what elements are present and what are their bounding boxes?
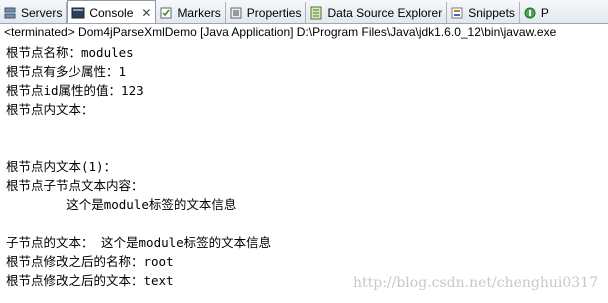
console-line: 这个是module标签的文本信息 <box>6 197 237 212</box>
console-line: 根节点内文本： <box>6 102 94 117</box>
console-line: 根节点子节点文本内容： <box>6 178 144 193</box>
console-line: 根节点名称：modules <box>6 45 134 60</box>
tab-markers[interactable]: Markers <box>156 2 226 23</box>
markers-icon <box>159 6 173 20</box>
data-source-icon <box>309 6 323 20</box>
tab-progress[interactable]: P <box>520 2 553 23</box>
console-icon <box>71 6 85 20</box>
snippets-icon <box>450 6 464 20</box>
tab-properties[interactable]: Properties <box>226 2 307 23</box>
tab-progress-label: P <box>540 5 549 20</box>
tab-data-source-explorer[interactable]: Data Source Explorer <box>306 2 448 23</box>
tab-snippets[interactable]: Snippets <box>447 2 520 23</box>
progress-icon <box>523 6 537 20</box>
view-tab-bar: Servers Console ✕ Markers Properties Dat… <box>0 0 608 24</box>
tab-data-source-explorer-label: Data Source Explorer <box>327 5 443 20</box>
servers-icon <box>3 6 17 20</box>
console-status-line: <terminated> Dom4jParseXmlDemo [Java App… <box>4 25 557 39</box>
console-line: 根节点id属性的值：123 <box>6 83 144 98</box>
tab-servers-label: Servers <box>21 5 63 20</box>
tab-console-label: Console <box>89 5 134 20</box>
tab-console[interactable]: Console ✕ <box>67 0 157 23</box>
close-icon[interactable]: ✕ <box>141 6 151 20</box>
watermark: http://blog.csdn.net/chenghui0317 <box>352 275 598 291</box>
console-output[interactable]: 根节点名称：modules 根节点有多少属性：1 根节点id属性的值：123 根… <box>0 43 608 303</box>
tab-servers[interactable]: Servers <box>0 2 68 23</box>
console-line: 根节点有多少属性：1 <box>6 64 127 79</box>
properties-icon <box>229 6 243 20</box>
console-line: 子节点的文本： 这个是module标签的文本信息 <box>6 235 272 250</box>
tab-markers-label: Markers <box>177 5 221 20</box>
tab-properties-label: Properties <box>246 5 302 20</box>
console-line: 根节点修改之后的名称：root <box>6 254 174 269</box>
tab-snippets-label: Snippets <box>468 5 515 20</box>
console-line: 根节点内文本(1)： <box>6 159 117 174</box>
